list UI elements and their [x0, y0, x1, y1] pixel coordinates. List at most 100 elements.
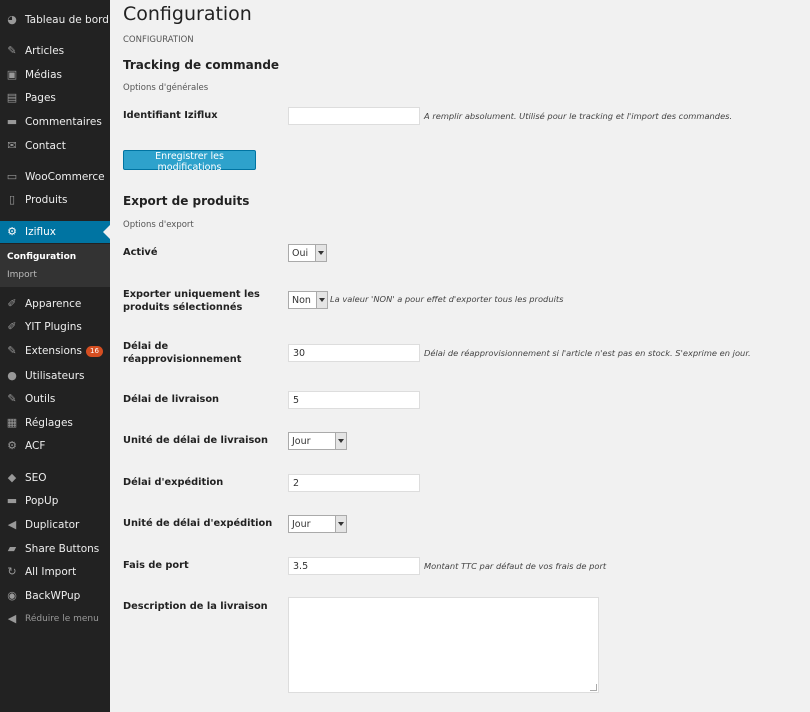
- sidebar-item-acf[interactable]: ⚙ ACF: [0, 436, 110, 456]
- pin-icon: ✎: [7, 44, 17, 57]
- chevron-down-icon: [315, 245, 326, 261]
- delivery-description-textarea[interactable]: [288, 597, 599, 693]
- sidebar-item-articles[interactable]: ✎ Articles: [0, 41, 110, 61]
- collapse-menu-button[interactable]: ◀ Réduire le menu: [0, 609, 110, 629]
- iziflux-submenu: Configuration Import: [0, 244, 110, 287]
- export-section-subtitle: Options d'export: [123, 220, 194, 230]
- sidebar-item-all-import[interactable]: ↻ All Import: [0, 562, 110, 582]
- tracking-section-title: Tracking de commande: [123, 58, 280, 72]
- shipping-cost-input[interactable]: 3.5: [288, 557, 420, 575]
- page-title: Configuration: [123, 3, 252, 25]
- gear-icon: ⚙: [7, 225, 17, 238]
- plugins-icon: ✐: [7, 320, 17, 333]
- sidebar-item-pages[interactable]: ▤ Pages: [0, 88, 110, 108]
- media-icon: ▣: [6, 68, 18, 81]
- sidebar-item-r-glages[interactable]: ▦ Réglages: [0, 413, 110, 433]
- sidebar-item-label: Utilisateurs: [25, 370, 85, 382]
- pages-icon: ▤: [6, 91, 18, 104]
- sidebar-item-apparence[interactable]: ✐ Apparence: [0, 294, 110, 314]
- collapse-icon: ◀: [7, 612, 17, 625]
- extensions-icon: ✎: [7, 344, 17, 357]
- submenu-item-import[interactable]: Import: [7, 270, 37, 280]
- comments-icon: ▬: [6, 115, 18, 128]
- restock-delay-description: Délai de réapprovisionnement si l'articl…: [424, 348, 751, 358]
- sidebar-item-label: PopUp: [25, 495, 59, 507]
- sidebar-item-label: Apparence: [25, 298, 82, 310]
- sidebar-item-share-buttons[interactable]: ▰ Share Buttons: [0, 539, 110, 559]
- restock-delay-input[interactable]: 30: [288, 344, 420, 362]
- chevron-down-icon: [335, 433, 346, 449]
- delivery-delay-label: Délai de livraison: [123, 394, 220, 405]
- sidebar-item-utilisateurs[interactable]: ● Utilisateurs: [0, 366, 110, 386]
- sidebar-item-label: Iziflux: [25, 226, 57, 238]
- sidebar-item-yit-plugins[interactable]: ✐ YIT Plugins: [0, 317, 110, 337]
- delivery-unit-select-value: Jour: [292, 436, 311, 447]
- sidebar-item-label: Médias: [25, 69, 63, 81]
- sidebar-item-label: BackWPup: [25, 590, 81, 602]
- sidebar-item-m-dias[interactable]: ▣ Médias: [0, 65, 110, 85]
- duplicator-icon: ◀: [7, 518, 17, 531]
- tools-icon: ✎: [7, 392, 17, 405]
- export-section-title: Export de produits: [123, 194, 250, 208]
- export-selected-select[interactable]: Non: [288, 291, 328, 309]
- collapse-label: Réduire le menu: [25, 614, 99, 624]
- seo-icon: ◆: [7, 471, 17, 484]
- acf-icon: ⚙: [7, 439, 17, 452]
- share-icon: ▰: [7, 542, 17, 555]
- sidebar-item-extensions[interactable]: ✎ Extensions 16: [0, 341, 110, 361]
- sidebar-item-label: Share Buttons: [25, 543, 100, 555]
- popup-icon: ▬: [6, 494, 18, 507]
- chevron-down-icon: [335, 516, 346, 532]
- shipping-unit-select[interactable]: Jour: [288, 515, 347, 533]
- sidebar-item-label: Contact: [25, 140, 66, 152]
- active-select[interactable]: Oui: [288, 244, 327, 262]
- save-changes-button[interactable]: Enregistrer les modifications: [123, 150, 256, 173]
- chevron-down-icon: [316, 292, 327, 308]
- iziflux-id-input[interactable]: [288, 107, 420, 125]
- sidebar-item-label: YIT Plugins: [25, 321, 82, 333]
- delivery-delay-input[interactable]: 5: [288, 391, 420, 409]
- export-selected-description: La valeur 'NON' a pour effet d'exporter …: [330, 294, 564, 304]
- shipping-cost-description: Montant TTC par défaut de vos frais de p…: [424, 561, 607, 571]
- sidebar-item-commentaires[interactable]: ▬ Commentaires: [0, 112, 110, 132]
- sidebar-item-backwpup[interactable]: ◉ BackWPup: [0, 586, 110, 606]
- import-icon: ↻: [7, 565, 17, 578]
- delivery-unit-label: Unité de délai de livraison: [123, 435, 268, 446]
- appearance-icon: ✐: [7, 297, 17, 310]
- settings-icon: ▦: [6, 416, 18, 429]
- submenu-item-configuration[interactable]: Configuration: [7, 252, 76, 262]
- sidebar-item-popup[interactable]: ▬ PopUp: [0, 491, 110, 511]
- sidebar-item-tableau-de-bord[interactable]: ◕ Tableau de bord: [0, 10, 110, 30]
- sidebar-item-label: Articles: [25, 45, 65, 57]
- users-icon: ●: [7, 369, 17, 382]
- sidebar-item-seo[interactable]: ◆ SEO: [0, 468, 110, 488]
- iziflux-id-label: Identifiant Iziflux: [123, 110, 218, 121]
- sidebar-item-label: ACF: [25, 440, 46, 452]
- sidebar-item-label: Extensions: [25, 345, 83, 357]
- sidebar-item-woocommerce[interactable]: ▭ WooCommerce: [0, 167, 110, 187]
- backup-icon: ◉: [7, 589, 17, 602]
- sidebar-item-label: Outils: [25, 393, 56, 405]
- update-count-badge: 16: [86, 345, 103, 357]
- sidebar-item-iziflux[interactable]: ⚙ Iziflux: [0, 221, 110, 243]
- sidebar-item-label: Pages: [25, 92, 56, 104]
- iziflux-id-description: A remplir absolument. Utilisé pour le tr…: [424, 111, 733, 121]
- sidebar-item-outils[interactable]: ✎ Outils: [0, 389, 110, 409]
- sidebar-item-label: WooCommerce: [25, 171, 105, 183]
- admin-sidebar: ◕ Tableau de bord ✎ Articles ▣ Médias ▤ Pages ▬ C…: [0, 0, 110, 712]
- main-content: Configuration CONFIGURATION Tracking de …: [110, 0, 810, 712]
- sidebar-item-label: SEO: [25, 472, 47, 484]
- active-label: Activé: [123, 247, 158, 258]
- export-selected-label: Exporter uniquement les produits sélecti…: [123, 289, 260, 313]
- sidebar-item-label: Produits: [25, 194, 68, 206]
- sidebar-item-contact[interactable]: ✉ Contact: [0, 136, 110, 156]
- export-selected-select-value: Non: [292, 295, 311, 306]
- delivery-unit-select[interactable]: Jour: [288, 432, 347, 450]
- sidebar-item-label: Réglages: [25, 417, 73, 429]
- delivery-description-label: Description de la livraison: [123, 601, 268, 612]
- products-icon: ▯: [8, 193, 16, 206]
- sidebar-item-duplicator[interactable]: ◀ Duplicator: [0, 515, 110, 535]
- shipping-delay-input[interactable]: 2: [288, 474, 420, 492]
- woocommerce-icon: ▭: [6, 170, 18, 183]
- sidebar-item-produits[interactable]: ▯ Produits: [0, 190, 110, 210]
